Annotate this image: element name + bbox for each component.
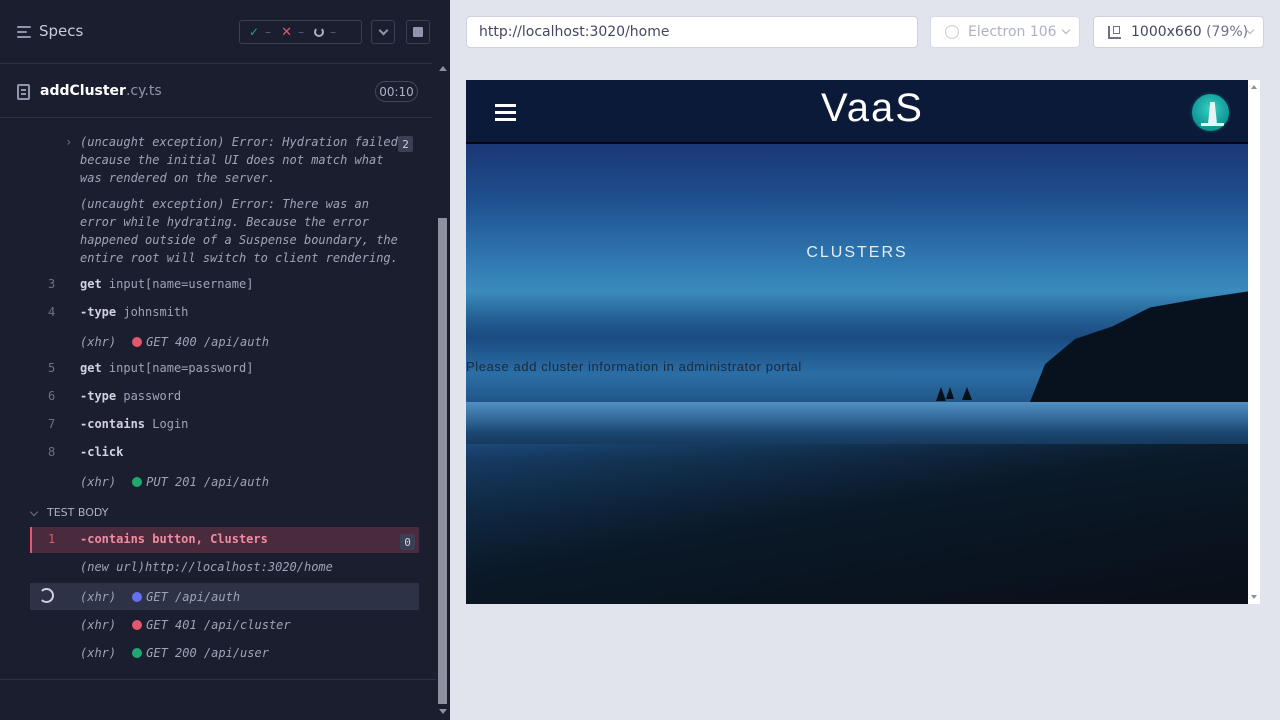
scroll-down-arrow-icon[interactable] xyxy=(1251,595,1257,599)
app-viewport: CLUSTERS Please add cluster information … xyxy=(466,80,1260,604)
browser-selector[interactable]: Electron 106 xyxy=(930,16,1080,48)
app-navbar: VaaS xyxy=(466,80,1260,144)
stop-icon xyxy=(413,27,423,37)
failed-stat: ✕ – xyxy=(281,24,304,40)
chevron-right-icon[interactable]: › xyxy=(65,135,72,149)
error-message-1[interactable]: (uncaught exception) Error: Hydration fa… xyxy=(80,133,405,187)
xhr-row[interactable]: (xhr) GET 401 /api/cluster xyxy=(80,618,291,632)
scroll-up-arrow-icon[interactable] xyxy=(439,66,447,71)
status-fail-dot xyxy=(132,620,143,630)
new-url-row[interactable]: (new url) http://localhost:3020/home xyxy=(80,560,333,574)
viewport-selector[interactable]: 1000x660 (79%) xyxy=(1093,16,1264,48)
lighthouse-icon xyxy=(1208,102,1217,124)
spec-file-row: addCluster.cy.ts xyxy=(0,65,432,118)
specs-title[interactable]: Specs xyxy=(39,22,83,40)
hamburger-menu-icon[interactable] xyxy=(495,104,516,121)
reporter-header: Specs ✓ – ✕ – – xyxy=(0,0,432,64)
loading-spinner-icon xyxy=(39,588,54,603)
scroll-down-arrow-icon[interactable] xyxy=(439,709,447,714)
spec-duration: 00:10 xyxy=(375,81,418,102)
command-count-badge: 0 xyxy=(400,534,415,550)
scroll-up-arrow-icon[interactable] xyxy=(1251,85,1257,89)
check-icon: ✓ xyxy=(249,25,260,39)
reporter-footer-divider xyxy=(0,679,436,680)
chevron-down-icon xyxy=(1061,25,1071,35)
app-scrollbar[interactable] xyxy=(1248,80,1260,604)
status-ok-dot xyxy=(132,648,143,658)
viewport-ruler-icon xyxy=(1108,26,1121,39)
electron-icon xyxy=(945,25,959,39)
xhr-row[interactable]: (xhr) GET 200 /api/user xyxy=(80,646,269,660)
spec-file-name[interactable]: addCluster.cy.ts xyxy=(40,83,162,99)
stats-summary: ✓ – ✕ – – xyxy=(239,20,362,44)
specs-list-icon[interactable] xyxy=(17,25,31,39)
chevron-down-icon xyxy=(378,25,388,35)
empty-clusters-message: Please add cluster information in admini… xyxy=(466,359,802,374)
background-image: CLUSTERS Please add cluster information … xyxy=(466,144,1250,604)
status-ok-dot xyxy=(132,477,143,487)
url-bar[interactable]: http://localhost:3020/home xyxy=(466,16,918,48)
status-fail-dot xyxy=(132,337,143,347)
x-icon: ✕ xyxy=(281,24,292,40)
xhr-row[interactable]: (xhr) PUT 201 /api/auth xyxy=(80,475,269,489)
reporter-scrollbar-thumb[interactable] xyxy=(438,218,447,704)
cypress-reporter-panel: Specs ✓ – ✕ – – addCluster.cy.ts 00:10 › (… xyxy=(0,0,450,720)
expand-collapse-button[interactable] xyxy=(371,20,395,44)
error-count-badge: 2 xyxy=(398,136,413,152)
pending-stat: – xyxy=(313,25,336,39)
document-icon xyxy=(17,84,30,100)
passed-stat: ✓ – xyxy=(249,25,272,39)
xhr-row[interactable]: (xhr) GET 400 /api/auth xyxy=(80,335,269,349)
xhr-row[interactable]: (xhr) GET /api/auth xyxy=(80,590,240,604)
lighthouse-avatar[interactable] xyxy=(1190,92,1231,133)
test-body-label[interactable]: TEST BODY xyxy=(47,506,108,519)
stop-button[interactable] xyxy=(406,20,430,44)
clusters-heading: CLUSTERS xyxy=(806,244,908,261)
status-pending-dot xyxy=(132,592,143,602)
app-title: VaaS xyxy=(821,86,924,130)
error-message-2[interactable]: (uncaught exception) Error: There was an… xyxy=(80,195,405,267)
pending-circle-icon xyxy=(313,27,324,37)
